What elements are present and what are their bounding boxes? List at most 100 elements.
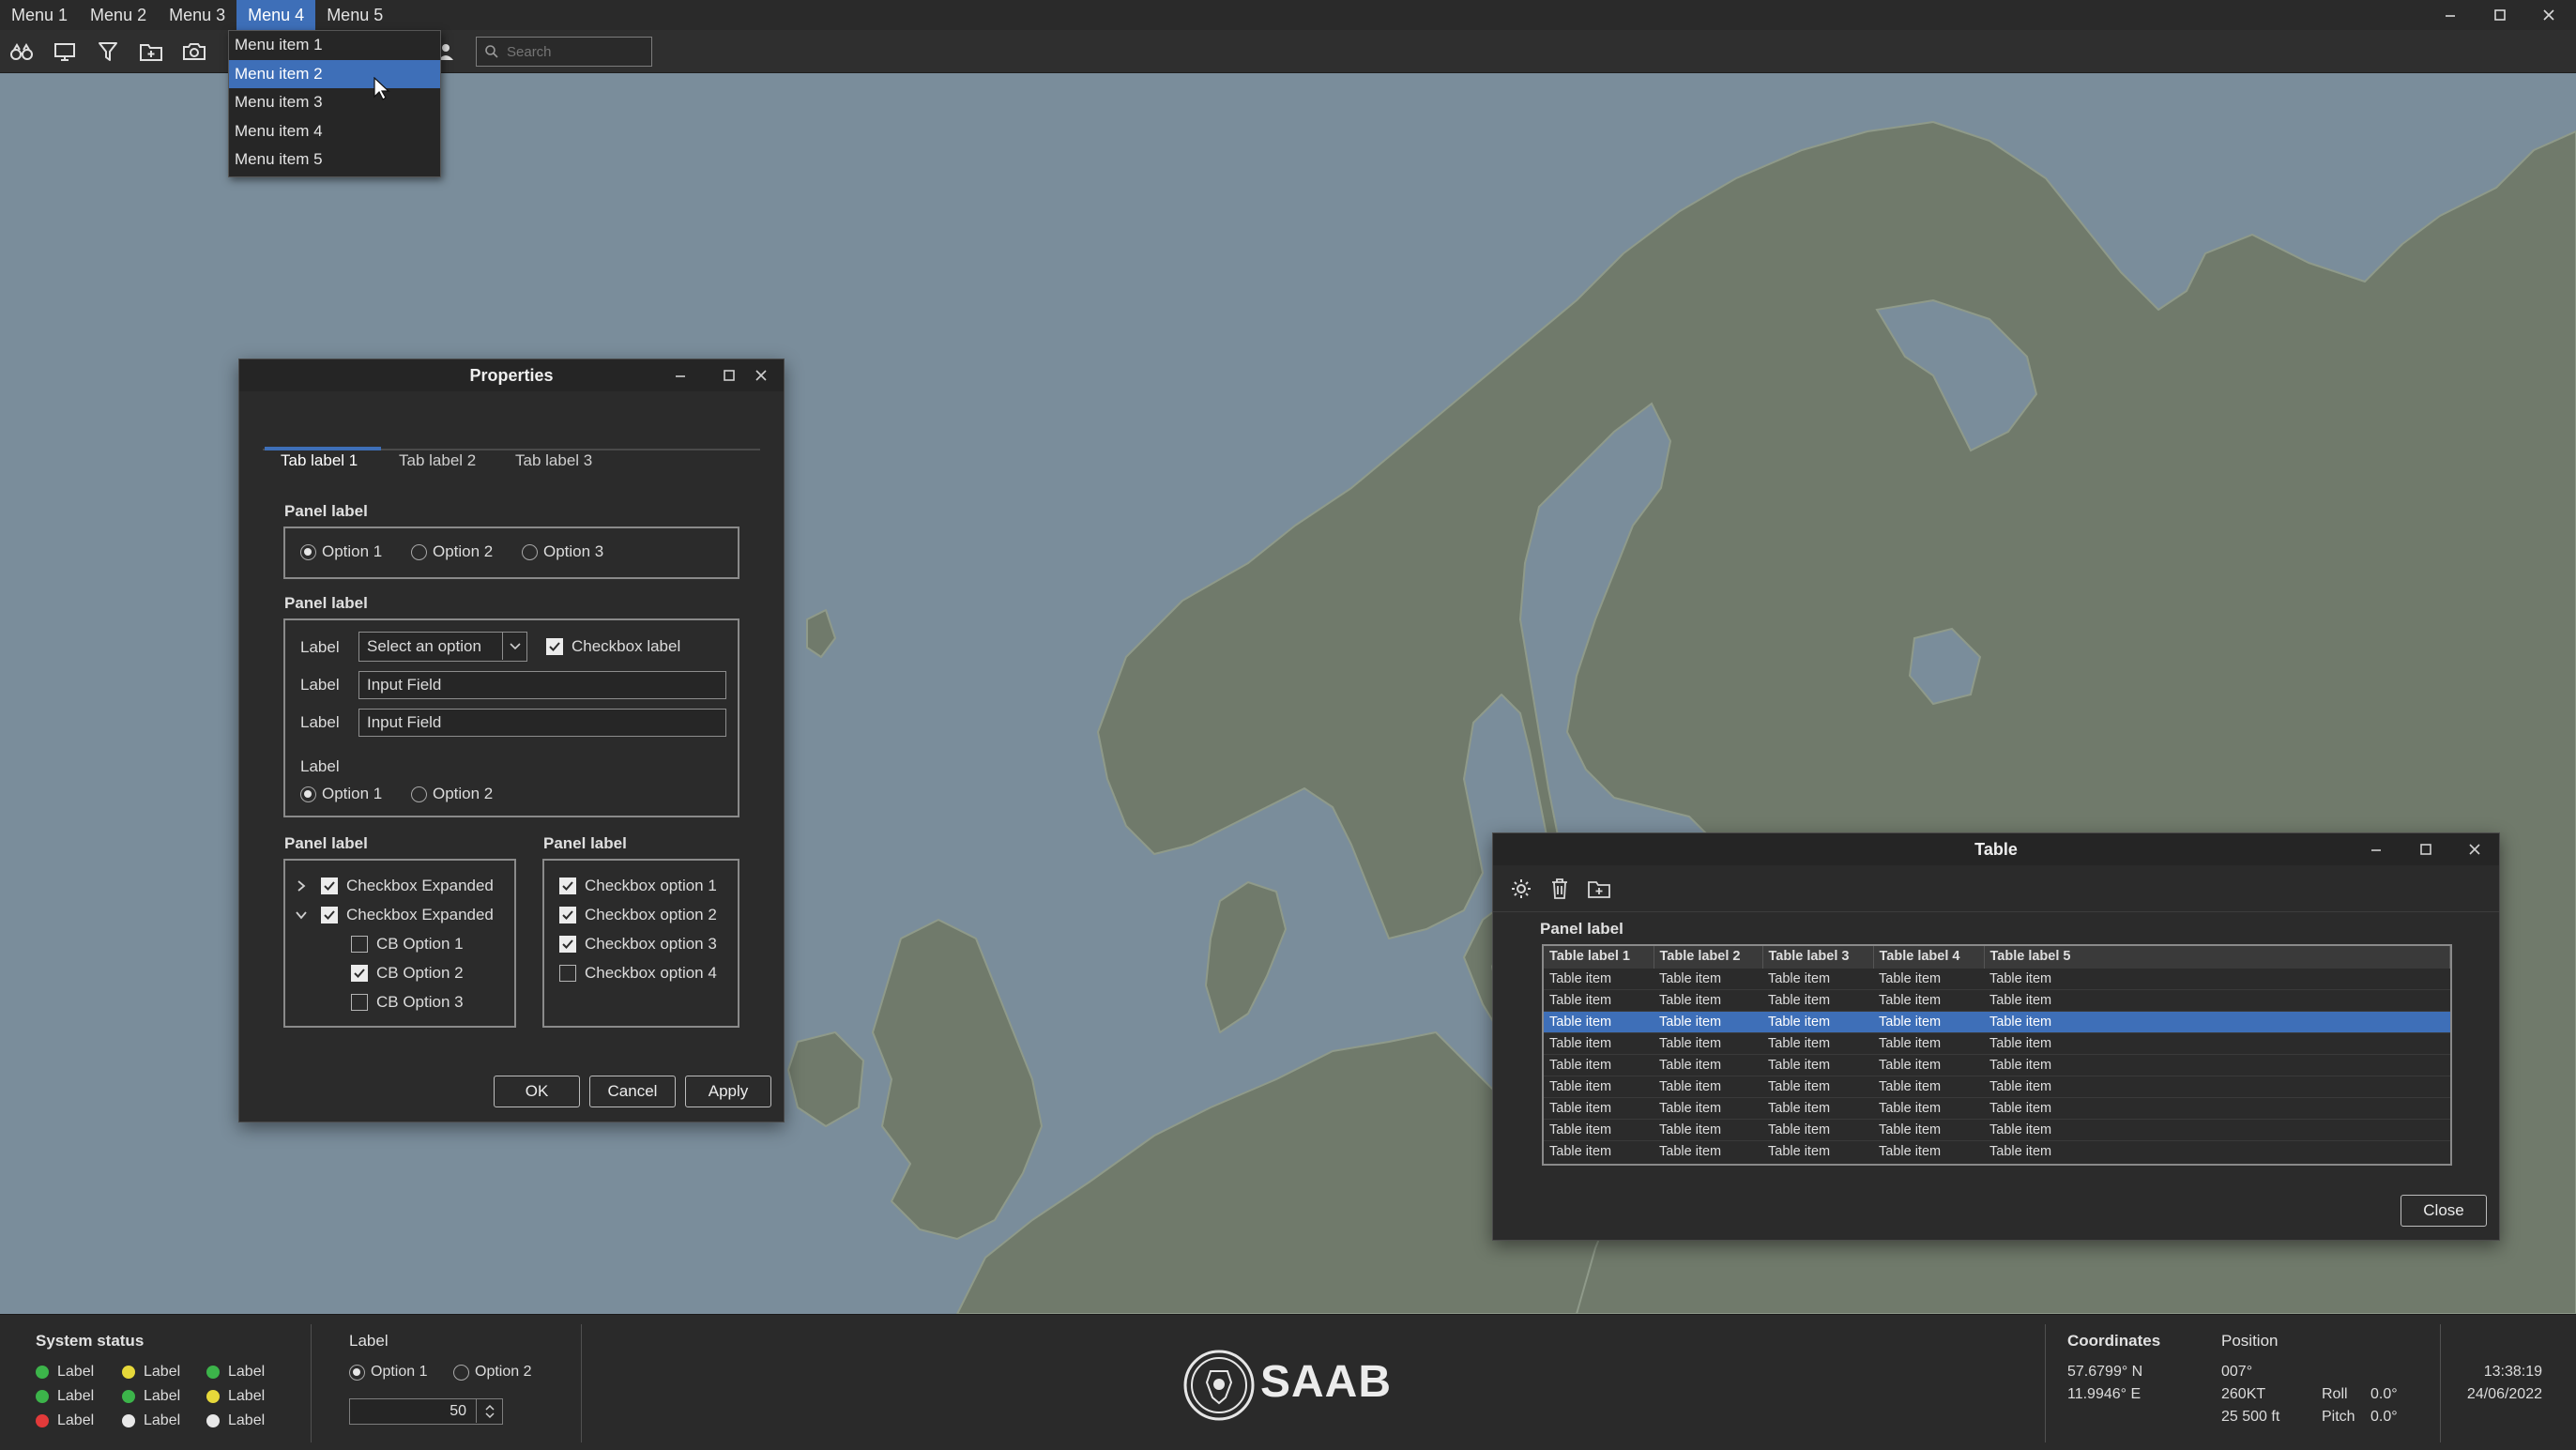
- panel2-option-2-radio[interactable]: Option 2: [411, 785, 493, 803]
- table-cell: Table item: [1873, 988, 1984, 1011]
- tree-checkbox-1[interactable]: Checkbox Expanded: [321, 877, 494, 895]
- menu-2[interactable]: Menu 2: [79, 0, 158, 30]
- maximize-button[interactable]: [2481, 0, 2519, 30]
- column-header-3[interactable]: Table label 3: [1762, 946, 1874, 968]
- properties-titlebar[interactable]: Properties: [239, 359, 784, 391]
- table-cell: Table item: [1544, 1031, 1654, 1054]
- table-row[interactable]: Table item Table item Table item Table item…: [1544, 967, 2450, 989]
- radio-label: Option 1: [322, 542, 383, 560]
- menu-item-2[interactable]: Menu item 2: [229, 59, 440, 88]
- control-label: Label: [349, 1332, 389, 1350]
- active-tab-indicator: [265, 447, 381, 450]
- cancel-button[interactable]: Cancel: [589, 1076, 676, 1107]
- table-cell: Table item: [1762, 1053, 1873, 1076]
- table-row[interactable]: Table item Table item Table item Table item…: [1544, 1053, 2450, 1076]
- checkbox-option-3[interactable]: Checkbox option 3: [559, 935, 717, 954]
- checkbox-option-1[interactable]: Checkbox option 1: [559, 877, 717, 895]
- status-led-icon: [122, 1414, 135, 1427]
- menu-4[interactable]: Menu 4: [236, 0, 316, 30]
- table-row[interactable]: Table item Table item Table item Table item…: [1544, 1031, 2450, 1054]
- radio-unselected-icon: [411, 543, 427, 560]
- status-indicator: Label: [206, 1388, 265, 1405]
- checkbox-label-checkbox[interactable]: Checkbox label: [546, 637, 680, 656]
- checkbox-checked-icon: [559, 936, 576, 953]
- checkbox-text: Checkbox option 4: [585, 964, 717, 982]
- table-minimize-button[interactable]: [2355, 833, 2397, 865]
- menu-1[interactable]: Menu 1: [0, 0, 79, 30]
- table-toolbar: [1493, 865, 2499, 912]
- apply-button[interactable]: Apply: [685, 1076, 771, 1107]
- table-close-action-button[interactable]: Close: [2401, 1195, 2487, 1227]
- longitude-value: 11.9946° E: [2067, 1386, 2142, 1402]
- properties-minimize-button[interactable]: [660, 359, 701, 391]
- cb-option-1-checkbox[interactable]: CB Option 1: [351, 935, 464, 954]
- table-cell: Table item: [1762, 1139, 1873, 1162]
- ok-button[interactable]: OK: [494, 1076, 580, 1107]
- tab-label-2[interactable]: Tab label 2: [399, 451, 476, 470]
- table-close-button[interactable]: [2454, 833, 2495, 865]
- folder-add-icon[interactable]: [1587, 878, 1611, 899]
- roll-value: 0.0°: [2370, 1386, 2398, 1402]
- filter-button[interactable]: [94, 38, 122, 66]
- statusbar-option-1-radio[interactable]: Option 1: [349, 1364, 427, 1381]
- table-cell: Table item: [1762, 1031, 1873, 1054]
- checkbox-option-4[interactable]: Checkbox option 4: [559, 964, 717, 983]
- divider: [311, 1324, 312, 1442]
- status-led-icon: [36, 1366, 49, 1379]
- status-label: Label: [57, 1388, 95, 1404]
- table-row[interactable]: Table item Table item Table item Table item…: [1544, 1075, 2450, 1097]
- panel-1-box: Option 1 Option 2 Option 3: [283, 527, 739, 579]
- table-row[interactable]: Table item Table item Table item Table item…: [1544, 988, 2450, 1011]
- gear-icon[interactable]: [1510, 878, 1532, 900]
- cb-option-2-checkbox[interactable]: CB Option 2: [351, 964, 464, 983]
- properties-close-button[interactable]: [740, 359, 782, 391]
- chevron-down-icon[interactable]: [296, 910, 307, 920]
- column-header-1[interactable]: Table label 1: [1544, 946, 1654, 968]
- statusbar-option-2-radio[interactable]: Option 2: [453, 1364, 531, 1381]
- monitor-button[interactable]: [51, 38, 79, 66]
- table-titlebar[interactable]: Table: [1493, 833, 2499, 865]
- minimize-button[interactable]: [2431, 0, 2469, 30]
- table-row[interactable]: Table item Table item Table item Table item…: [1544, 1096, 2450, 1119]
- menu-item-5[interactable]: Menu item 5: [229, 145, 440, 175]
- roll-label: Roll: [2322, 1386, 2348, 1402]
- panel1-option-1-radio[interactable]: Option 1: [300, 542, 382, 561]
- tab-label-3[interactable]: Tab label 3: [515, 451, 592, 470]
- folder-add-button[interactable]: [137, 38, 165, 66]
- table-row[interactable]: Table item Table item Table item Table item…: [1544, 1139, 2450, 1162]
- tab-label-1[interactable]: Tab label 1: [281, 451, 358, 470]
- menu-3[interactable]: Menu 3: [158, 0, 236, 30]
- cb-option-3-checkbox[interactable]: CB Option 3: [351, 993, 464, 1012]
- number-spinner[interactable]: 50: [349, 1398, 503, 1425]
- input-field-2[interactable]: Input Field: [358, 709, 726, 737]
- menu-item-3[interactable]: Menu item 3: [229, 88, 440, 117]
- search-input-container[interactable]: [476, 37, 652, 67]
- menu-5[interactable]: Menu 5: [315, 0, 394, 30]
- menu-item-1[interactable]: Menu item 1: [229, 31, 440, 60]
- checkbox-option-2[interactable]: Checkbox option 2: [559, 906, 717, 924]
- search-input[interactable]: [505, 42, 646, 61]
- panel1-option-2-radio[interactable]: Option 2: [411, 542, 493, 561]
- trash-icon[interactable]: [1549, 878, 1570, 900]
- spinner-arrows-icon[interactable]: [476, 1399, 502, 1423]
- option-select[interactable]: Select an option: [358, 632, 527, 662]
- chevron-right-icon[interactable]: [297, 880, 306, 892]
- panel-3-tree-box: Checkbox Expanded Checkbox Expanded CB O…: [283, 859, 516, 1028]
- table-cell: Table item: [1873, 967, 1984, 989]
- radio-group-label: Label: [300, 757, 340, 775]
- tree-checkbox-2[interactable]: Checkbox Expanded: [321, 906, 494, 924]
- table-row[interactable]: Table item Table item Table item Table item…: [1544, 1010, 2450, 1032]
- table-row[interactable]: Table item Table item Table item Table item…: [1544, 1118, 2450, 1140]
- camera-button[interactable]: [180, 38, 208, 66]
- column-header-5[interactable]: Table label 5: [1984, 946, 2450, 968]
- column-header-4[interactable]: Table label 4: [1873, 946, 1985, 968]
- panel1-option-3-radio[interactable]: Option 3: [522, 542, 603, 561]
- binoculars-button[interactable]: [8, 38, 36, 66]
- input-field-1[interactable]: Input Field: [358, 671, 726, 699]
- menu-item-4[interactable]: Menu item 4: [229, 117, 440, 146]
- panel2-option-1-radio[interactable]: Option 1: [300, 785, 382, 803]
- table-maximize-button[interactable]: [2405, 833, 2446, 865]
- close-app-button[interactable]: [2530, 0, 2568, 30]
- column-header-2[interactable]: Table label 2: [1654, 946, 1763, 968]
- monitor-icon: [54, 43, 75, 61]
